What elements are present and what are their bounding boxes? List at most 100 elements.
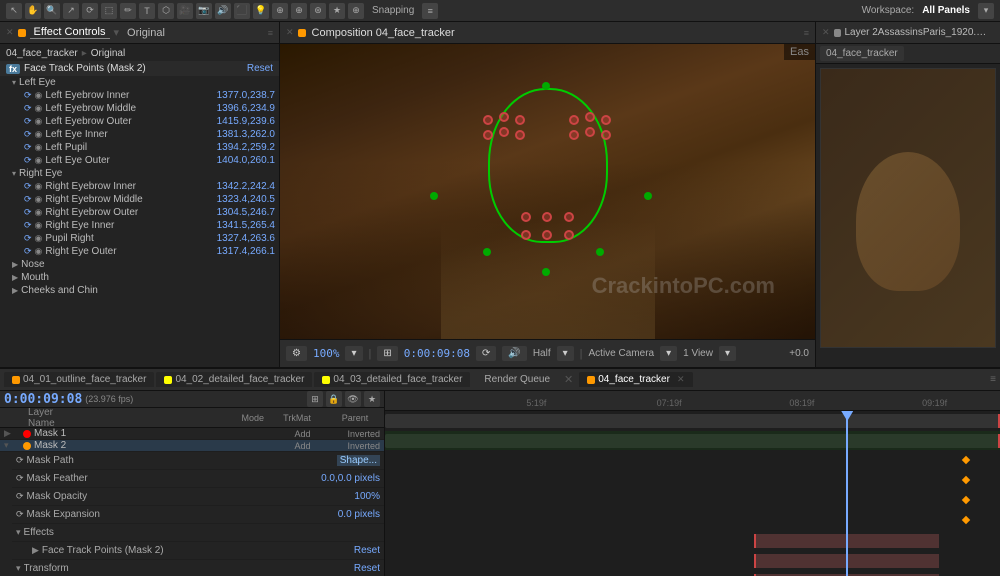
nose-group[interactable]: ▶ Nose: [8, 258, 279, 271]
face-track-row[interactable]: ▶ Face Track Points (Mask 2) Reset: [12, 542, 384, 560]
camera-dropdown[interactable]: ▾: [660, 346, 677, 361]
tab-outline-face[interactable]: 04_01_outline_face_tracker: [4, 372, 154, 387]
track-8: [385, 551, 1000, 571]
mask-expansion-value[interactable]: 0.0 pixels: [338, 509, 380, 520]
timeline-menu-icon[interactable]: ≡: [990, 374, 996, 385]
tab-close-icon[interactable]: ✕: [677, 374, 685, 385]
tool-icon-18[interactable]: ★: [329, 3, 345, 19]
layer-mode-2[interactable]: Add: [294, 441, 344, 451]
render-queue-btn[interactable]: Render Queue: [476, 372, 558, 387]
right-eye-group[interactable]: ▾ Right Eye: [8, 167, 279, 180]
timecode-display[interactable]: 0:00:09:08: [404, 347, 470, 360]
tool-icon-12[interactable]: 🔊: [215, 3, 231, 19]
left-eyebrow-middle-row[interactable]: ⟳ ◉ Left Eyebrow Middle 1396.6,234.9: [8, 102, 279, 115]
fit-button[interactable]: ⊞: [377, 346, 397, 361]
cycle-icon-p1: ⟳: [16, 455, 24, 466]
layer-tab-bar: 04_face_tracker: [816, 44, 1000, 64]
right-eye-inner-row[interactable]: ⟳ ◉ Right Eye Inner 1341.5,265.4: [8, 219, 279, 232]
quality-dropdown[interactable]: ▾: [557, 346, 574, 361]
tool-icon-8[interactable]: T: [139, 3, 155, 19]
tool-icon-4[interactable]: ↗: [63, 3, 79, 19]
comp-tab[interactable]: Composition 04_face_tracker: [312, 27, 455, 39]
tool-icon-9[interactable]: ⬡: [158, 3, 174, 19]
tool-icon-16[interactable]: ⊕: [291, 3, 307, 19]
view-dropdown[interactable]: ▾: [719, 346, 736, 361]
layer-row-mask2[interactable]: ▾ Mask 2 Add Inverted: [0, 440, 384, 452]
tool-icon-6[interactable]: ⬚: [101, 3, 117, 19]
left-eye-outer-row[interactable]: ⟳ ◉ Left Eye Outer 1404.0,260.1: [8, 154, 279, 167]
right-eye-outer-row[interactable]: ⟳ ◉ Right Eye Outer 1317.4,266.1: [8, 245, 279, 258]
tab-face-tracker-active[interactable]: 04_face_tracker ✕: [579, 372, 692, 387]
timeline-right[interactable]: 5:19f 07:19f 08:19f 09:19f: [385, 391, 1000, 576]
tool-icon-19[interactable]: ⊕: [348, 3, 364, 19]
tool-icon-10[interactable]: 🎥: [177, 3, 193, 19]
right-eyebrow-inner-row[interactable]: ⟳ ◉ Right Eyebrow Inner 1342.2,242.4: [8, 180, 279, 193]
left-eyebrow-outer-row[interactable]: ⟳ ◉ Left Eyebrow Outer 1415.9,239.6: [8, 115, 279, 128]
tool-icon-14[interactable]: 💡: [253, 3, 269, 19]
prop-mask-path[interactable]: ⟳ Mask Path Shape...: [12, 452, 384, 470]
zoom-display[interactable]: 100%: [313, 347, 340, 360]
prop-mask-feather[interactable]: ⟳ Mask Feather 0.0,0.0 pixels: [12, 470, 384, 488]
transform-reset[interactable]: Reset: [354, 563, 380, 574]
snapping-toggle[interactable]: ≡: [422, 3, 438, 19]
left-eye-inner-row[interactable]: ⟳ ◉ Left Eye Inner 1381.3,262.0: [8, 128, 279, 141]
layer-close-icon[interactable]: ✕: [822, 27, 830, 38]
mask-path-value[interactable]: Shape...: [337, 455, 380, 466]
tool-icon-1[interactable]: ↖: [6, 3, 22, 19]
right-eyebrow-outer-value: 1304.5,246.7: [217, 207, 275, 218]
tl-icon-lock[interactable]: 🔒: [326, 391, 342, 407]
right-pupil-row[interactable]: ⟳ ◉ Pupil Right 1327.4,263.6: [8, 232, 279, 245]
prop-mask-expansion[interactable]: ⟳ Mask Expansion 0.0 pixels: [12, 506, 384, 524]
transform-row[interactable]: ▾ Transform Reset: [12, 560, 384, 576]
row-expand-1[interactable]: ▶: [4, 428, 20, 439]
mask-feather-value[interactable]: 0.0,0.0 pixels: [321, 473, 380, 484]
tab-detailed-2[interactable]: 04_03_detailed_face_tracker: [314, 372, 470, 387]
right-eyebrow-outer-row[interactable]: ⟳ ◉ Right Eyebrow Outer 1304.5,246.7: [8, 206, 279, 219]
effect-title-bar[interactable]: fx Face Track Points (Mask 2) Reset: [0, 61, 279, 76]
effects-row[interactable]: ▾ Effects: [12, 524, 384, 542]
audio-button[interactable]: 🔊: [502, 346, 526, 361]
right-eyebrow-middle-value: 1323.4,240.5: [217, 194, 275, 205]
face-track-reset[interactable]: Reset: [354, 545, 380, 556]
tool-icon-5[interactable]: ⟳: [82, 3, 98, 19]
row-expand-2[interactable]: ▾: [4, 440, 20, 451]
left-eye-group[interactable]: ▾ Left Eye: [8, 76, 279, 89]
tool-icon-7[interactable]: ✏: [120, 3, 136, 19]
tl-icon-home[interactable]: ⊞: [307, 391, 323, 407]
comp-viewport[interactable]: CrackintoPC.com Eas: [280, 44, 815, 339]
tab-detailed-1[interactable]: 04_02_detailed_face_tracker: [156, 372, 312, 387]
layer-row-mask1[interactable]: ▶ Mask 1 Add Inverted: [0, 428, 384, 440]
tool-icon-13[interactable]: ⬛: [234, 3, 250, 19]
reset-button[interactable]: Reset: [247, 63, 273, 74]
nose-label: Nose: [21, 259, 44, 270]
layer-active-tab[interactable]: 04_face_tracker: [820, 46, 904, 61]
tab-effect-controls[interactable]: Effect Controls: [30, 26, 110, 39]
right-eyebrow-middle-row[interactable]: ⟳ ◉ Right Eyebrow Middle 1323.4,240.5: [8, 193, 279, 206]
tool-icon-15[interactable]: ⊕: [272, 3, 288, 19]
tool-icon-2[interactable]: ✋: [25, 3, 41, 19]
timecode-menu[interactable]: ⟳: [476, 346, 496, 361]
prop-mask-opacity[interactable]: ⟳ Mask Opacity 100%: [12, 488, 384, 506]
comp-close-icon[interactable]: ✕: [286, 27, 294, 38]
left-pupil-row[interactable]: ⟳ ◉ Left Pupil 1394.2,259.2: [8, 141, 279, 154]
comp-menu-icon[interactable]: ≡: [804, 28, 809, 38]
close-icon[interactable]: ✕: [6, 27, 14, 38]
mouth-group[interactable]: ▶ Mouth: [8, 271, 279, 284]
tl-icon-eye[interactable]: 👁: [345, 391, 361, 407]
panel-color-dot: [18, 29, 26, 37]
tool-icon-17[interactable]: ⊛: [310, 3, 326, 19]
tab-original[interactable]: Original: [123, 27, 169, 39]
tl-icon-star[interactable]: ★: [364, 391, 380, 407]
tool-icon-11[interactable]: 📷: [196, 3, 212, 19]
cheeks-group[interactable]: ▶ Cheeks and Chin: [8, 284, 279, 297]
tool-icon-3[interactable]: 🔍: [44, 3, 60, 19]
comp-settings-button[interactable]: ⚙: [286, 346, 307, 361]
mask-opacity-value[interactable]: 100%: [354, 491, 380, 502]
layer-mode-1[interactable]: Add: [294, 429, 344, 439]
left-eyebrow-inner-row[interactable]: ⟳ ◉ Left Eyebrow Inner 1377.0,238.7: [8, 89, 279, 102]
workspace-menu[interactable]: ▾: [978, 3, 994, 19]
timeline-timecode[interactable]: 0:00:09:08: [4, 392, 82, 407]
track-area[interactable]: [385, 411, 1000, 576]
panel-menu-icon[interactable]: ≡: [268, 28, 273, 38]
zoom-dropdown[interactable]: ▾: [345, 346, 362, 361]
